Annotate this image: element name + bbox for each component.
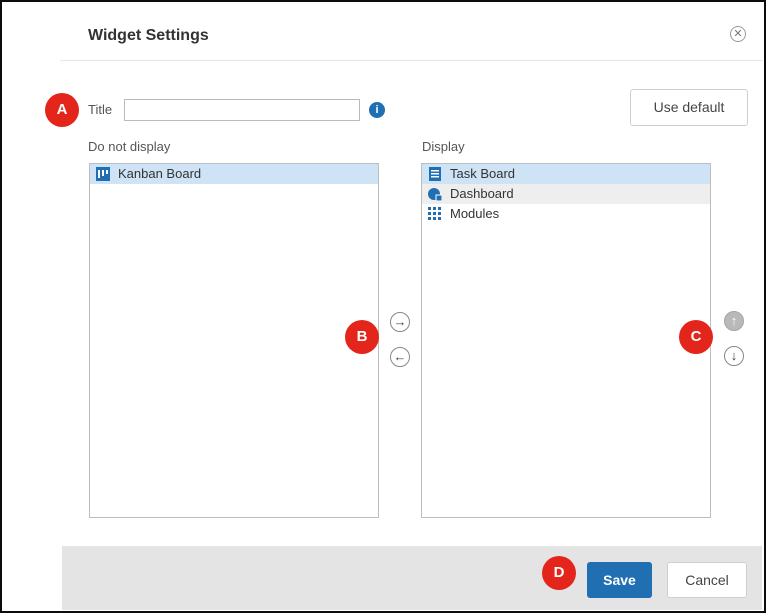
marker-d: D xyxy=(542,556,576,590)
display-label: Display xyxy=(422,139,465,154)
cancel-button[interactable]: Cancel xyxy=(667,562,747,598)
title-input[interactable] xyxy=(124,99,360,121)
move-right-button[interactable]: → xyxy=(390,312,410,332)
marker-a: A xyxy=(45,93,79,127)
dashboard-icon xyxy=(428,188,442,201)
dialog-header: Widget Settings ✕ xyxy=(60,8,762,61)
list-item-kanban-board[interactable]: Kanban Board xyxy=(90,164,378,184)
list-item-label: Task Board xyxy=(450,166,516,181)
do-not-display-label: Do not display xyxy=(88,139,171,154)
move-down-button[interactable]: ↓ xyxy=(724,346,744,366)
close-icon[interactable]: ✕ xyxy=(730,26,746,42)
info-icon[interactable]: i xyxy=(369,102,385,118)
kanban-icon xyxy=(96,167,110,181)
title-label: Title xyxy=(88,102,113,117)
list-item-label: Kanban Board xyxy=(118,166,202,181)
list-item-task-board[interactable]: Task Board xyxy=(422,164,710,184)
move-up-button[interactable]: ↑ xyxy=(724,311,744,331)
list-item-dashboard[interactable]: Dashboard xyxy=(422,184,710,204)
marker-c: C xyxy=(679,320,713,354)
move-left-button[interactable]: ← xyxy=(390,347,410,367)
save-button[interactable]: Save xyxy=(587,562,652,598)
list-item-label: Dashboard xyxy=(450,186,514,201)
modules-icon xyxy=(428,207,441,220)
task-board-icon xyxy=(429,167,441,181)
marker-b: B xyxy=(345,320,379,354)
dialog-title: Widget Settings xyxy=(88,27,209,44)
do-not-display-list[interactable]: Kanban Board xyxy=(89,163,379,518)
list-item-modules[interactable]: Modules xyxy=(422,204,710,224)
list-item-label: Modules xyxy=(450,206,500,221)
display-list[interactable]: Task Board Dashboard Modules xyxy=(421,163,711,518)
use-default-button[interactable]: Use default xyxy=(630,89,748,126)
dialog-footer xyxy=(62,546,762,610)
